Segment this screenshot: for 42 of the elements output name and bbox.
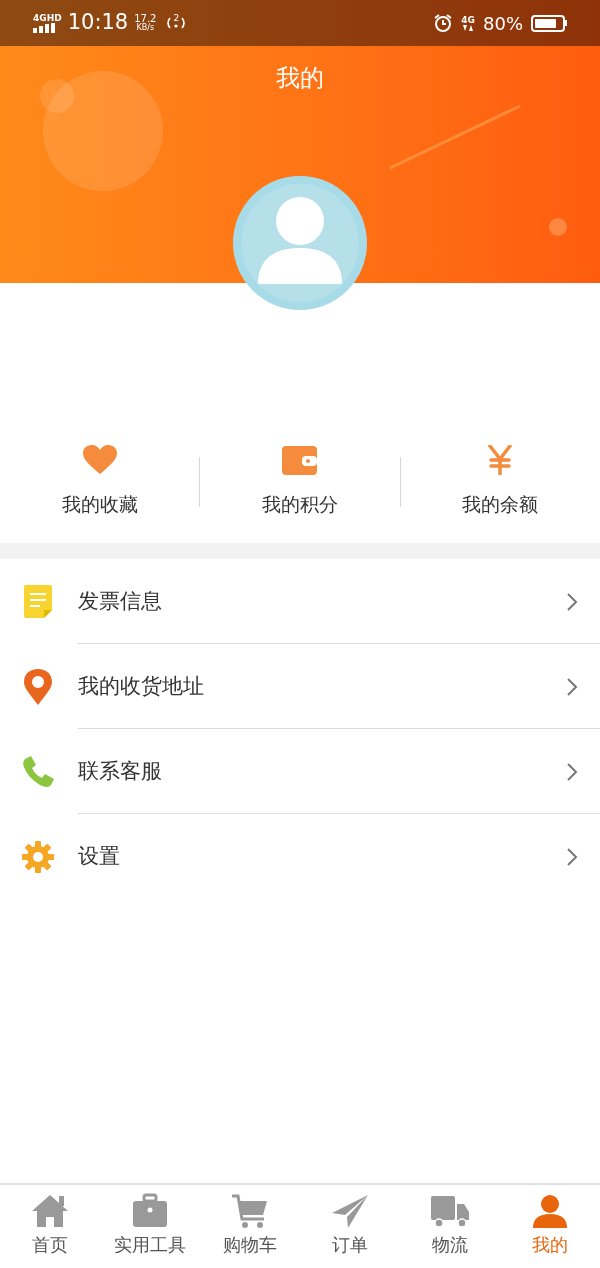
network-label: 4GHD: [33, 13, 62, 23]
menu-item[interactable]: 我的收货地址: [0, 644, 600, 729]
chevron-right-icon: [566, 761, 578, 782]
stat-link[interactable]: 我的余额: [462, 490, 539, 519]
location-pin-icon: [24, 668, 52, 705]
tab[interactable]: 首页: [0, 1185, 100, 1258]
alarm-icon: [433, 13, 454, 33]
menu-item[interactable]: 联系客服: [0, 729, 600, 814]
yen-icon: [488, 445, 513, 476]
tab[interactable]: 物流: [400, 1185, 500, 1258]
phone-icon: [22, 755, 54, 788]
stat-link[interactable]: 我的积分: [262, 490, 338, 519]
document-icon: [24, 585, 52, 618]
chevron-right-icon: [566, 846, 578, 867]
signal-icon: [33, 22, 55, 33]
tab[interactable]: 实用工具: [100, 1185, 200, 1258]
heart-icon: [82, 445, 117, 476]
chevron-right-icon: [566, 676, 578, 697]
home-icon: [30, 1193, 70, 1229]
person-icon: [530, 1193, 570, 1229]
briefcase-icon: [130, 1193, 170, 1229]
chevron-right-icon: [566, 591, 578, 612]
page-title: 我的: [276, 63, 324, 92]
network-speed: 17.2: [134, 14, 157, 24]
battery-percent: 80%: [483, 11, 523, 36]
tab[interactable]: 购物车: [200, 1185, 300, 1258]
wallet-icon: [282, 445, 318, 475]
settings-icon: [22, 840, 54, 873]
cart-icon: [230, 1193, 270, 1229]
hotspot-count: 2: [173, 12, 180, 26]
battery-icon: [531, 14, 567, 32]
hotspot-icon: [166, 16, 187, 30]
menu-item[interactable]: 设置: [0, 814, 600, 899]
avatar-icon: [233, 176, 367, 310]
data-arrows-icon: [463, 24, 474, 31]
truck-icon: [430, 1193, 470, 1229]
menu-item[interactable]: 发票信息: [0, 559, 600, 644]
speed-unit: KB/s: [136, 24, 155, 32]
data-network-label: 4G: [461, 15, 475, 25]
tab[interactable]: 订单: [300, 1185, 400, 1258]
clock-time: 10:18: [67, 9, 129, 37]
stat-link[interactable]: 我的收藏: [61, 490, 138, 519]
